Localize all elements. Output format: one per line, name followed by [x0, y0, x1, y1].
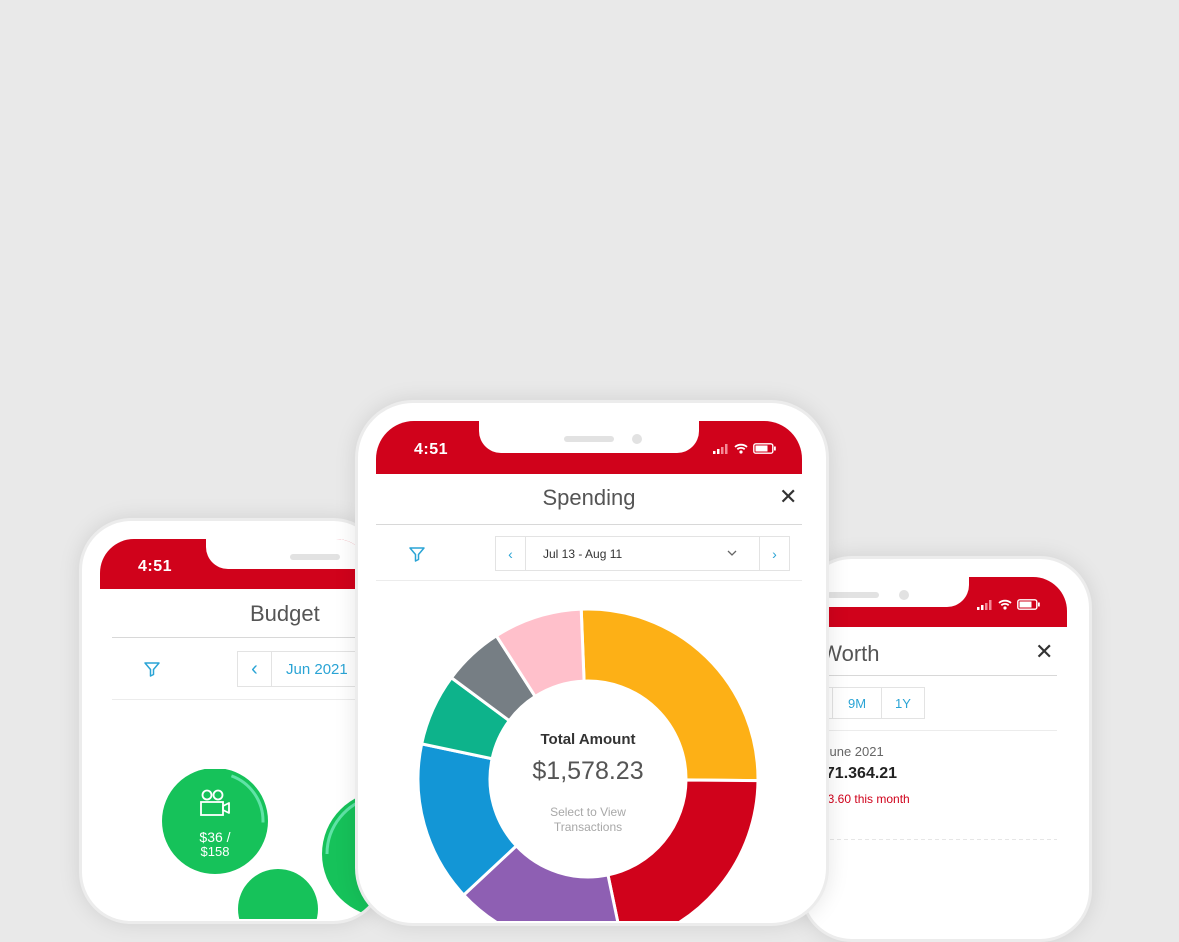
movie-camera-icon [200, 789, 230, 816]
camera [632, 434, 642, 444]
donut-center-title: Total Amount [540, 731, 636, 748]
next-period-button[interactable]: › [759, 537, 789, 570]
chevron-down-icon [727, 550, 737, 556]
status-time: 4:51 [138, 558, 173, 575]
wifi-icon [734, 443, 748, 454]
networth-value: 271.364.21 [817, 765, 898, 782]
system-icons [977, 599, 1041, 610]
date-range-dropdown[interactable]: Jul 13 - Aug 11 [526, 537, 759, 570]
status-time: 4:51 [414, 441, 449, 458]
battery-icon [1017, 599, 1040, 610]
prev-period-button[interactable]: ‹ [496, 537, 526, 570]
range-option-9m[interactable]: 9M [833, 688, 882, 718]
signal-icon [713, 443, 728, 454]
system-icons [713, 443, 777, 454]
dashed-divider [809, 839, 1057, 840]
spending-screen: 4:51 Spending ✕ ‹ Jul 13 - Aug 11 › Tota… [376, 421, 802, 921]
donut-slice-orange[interactable] [579, 607, 760, 783]
date-range-selector: ‹ Jul 13 - Aug 11 › [495, 536, 790, 571]
close-button[interactable]: ✕ [1035, 641, 1053, 663]
as-of-date: June 2021 [823, 744, 884, 759]
donut-center-hint-1[interactable]: Select to View [488, 805, 688, 819]
divider [809, 730, 1057, 731]
speaker [564, 436, 614, 442]
spending-donut-chart [416, 607, 760, 921]
divider [376, 524, 802, 525]
range-option-1y[interactable]: 1Y [882, 688, 924, 718]
donut-slice-red[interactable] [606, 778, 760, 921]
divider [112, 699, 370, 700]
speaker [827, 592, 879, 598]
wifi-icon [998, 599, 1012, 610]
divider [809, 675, 1057, 676]
spending-phone: 4:51 Spending ✕ ‹ Jul 13 - Aug 11 › Tota… [355, 400, 829, 926]
bubble-budget: $158 [200, 844, 230, 859]
prev-period-button[interactable]: ‹ [238, 652, 272, 686]
donut-center-amount: $1,578.23 [532, 757, 644, 785]
budget-bubble[interactable] [238, 869, 318, 919]
filter-icon[interactable] [143, 660, 161, 678]
page-title: Spending [542, 485, 636, 510]
budget-screen: 4:51 Budget ‹ Jun 2021 $36 / $158 [100, 539, 370, 919]
networth-screen: t Worth ✕ 9M 1Y June 2021 271.364.21 53.… [809, 577, 1067, 937]
bubble-spent: $36 / [199, 829, 231, 845]
signal-icon [977, 599, 992, 610]
battery-icon [753, 443, 776, 454]
phone-side-button [1090, 764, 1092, 861]
close-button[interactable]: ✕ [779, 486, 797, 508]
divider [376, 580, 802, 581]
page-title: Budget [250, 601, 320, 626]
donut-center-hint-2[interactable]: Transactions [488, 820, 688, 834]
phone-side-button [79, 636, 81, 670]
speaker [290, 554, 340, 560]
period-selector: ‹ Jun 2021 [237, 651, 370, 687]
filter-icon[interactable] [408, 545, 426, 563]
camera [899, 590, 909, 600]
period-label[interactable]: Jun 2021 [272, 652, 348, 686]
notch [206, 539, 370, 569]
monthly-change: 53.60 this month [821, 792, 910, 806]
budget-bubble[interactable] [153, 769, 276, 883]
budget-phone: 4:51 Budget ‹ Jun 2021 $36 / $158 [79, 518, 385, 924]
date-range-label: Jul 13 - Aug 11 [543, 546, 623, 561]
divider [112, 637, 370, 638]
networth-phone: t Worth ✕ 9M 1Y June 2021 271.364.21 53.… [800, 556, 1092, 942]
